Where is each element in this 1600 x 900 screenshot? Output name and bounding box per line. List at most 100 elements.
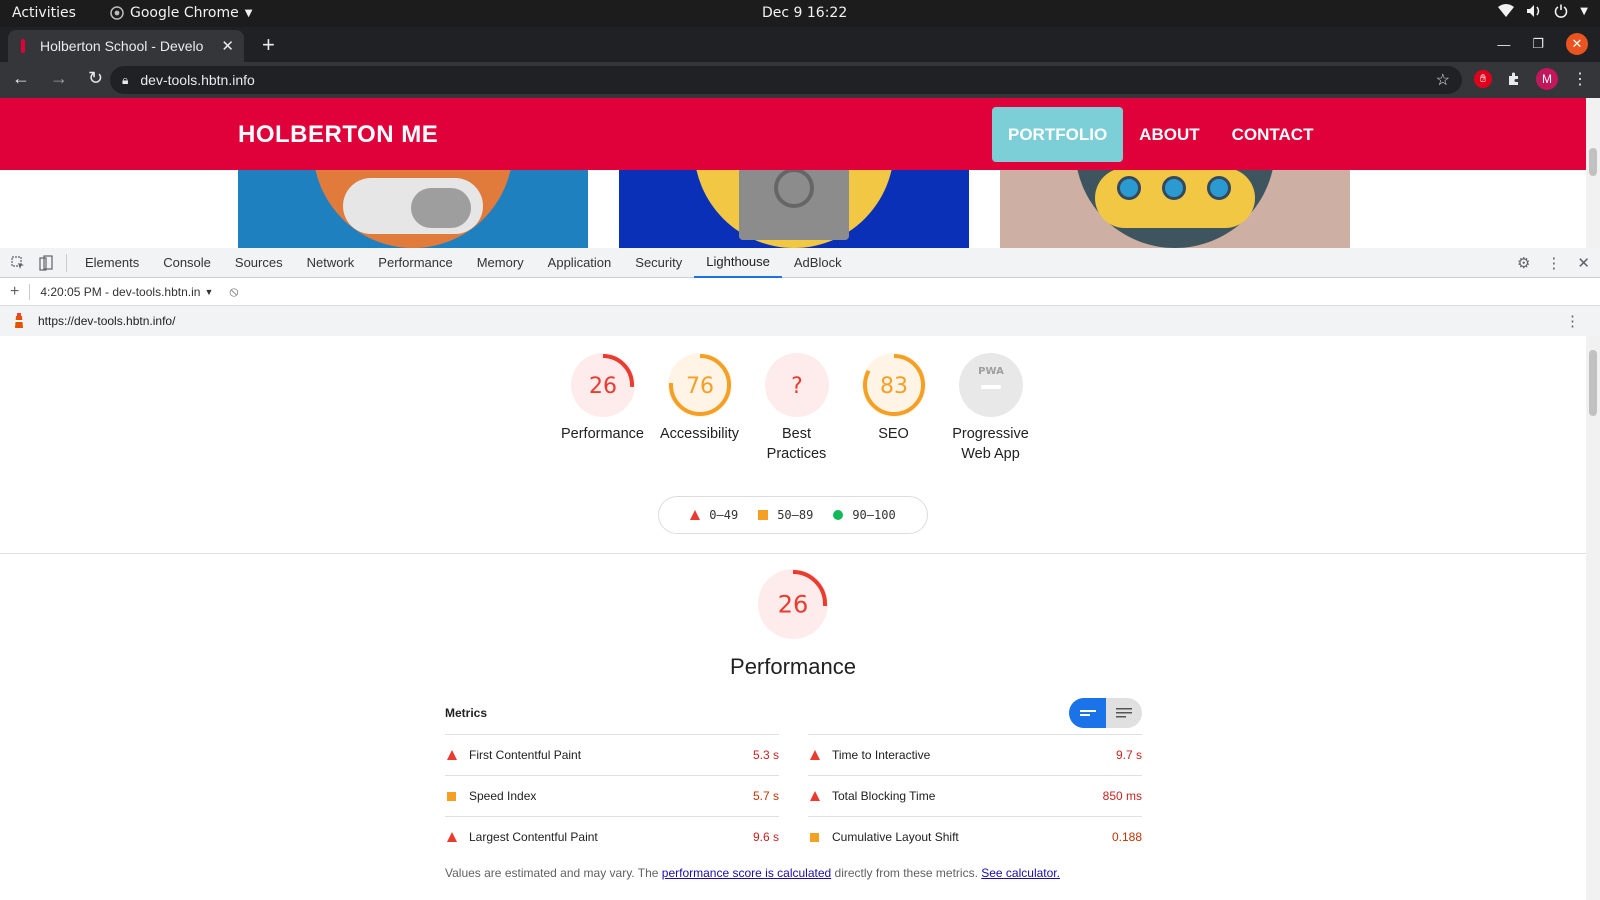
metrics-view-toggle[interactable]: [1069, 698, 1142, 728]
close-tab-icon[interactable]: ✕: [221, 37, 234, 55]
metric-status: [445, 750, 469, 760]
browser-menu-icon[interactable]: ⋮: [1572, 69, 1588, 89]
bookmark-star-icon[interactable]: ☆: [1436, 70, 1450, 90]
back-arrow-icon[interactable]: ←: [12, 68, 30, 89]
portfolio-card-safe[interactable]: [619, 170, 969, 248]
pwa-badge: PWA: [958, 353, 1023, 417]
performance-section: 26 Performance: [0, 568, 1586, 680]
legend-pass: 90–100: [833, 508, 896, 522]
new-report-plus-icon[interactable]: +: [10, 283, 19, 301]
gauge-pwa[interactable]: PWA Progressive Web App: [942, 352, 1039, 464]
metric-row: Time to Interactive 9.7 s: [808, 734, 1142, 775]
nav-portfolio[interactable]: PORTFOLIO: [992, 107, 1124, 162]
activities-button[interactable]: Activities: [12, 5, 76, 21]
devtools-actions: ⚙ ⋮ ✕: [1517, 254, 1600, 272]
avatar[interactable]: M: [1536, 68, 1558, 90]
app-menu[interactable]: Google Chrome ▼: [110, 5, 252, 21]
metric-value: 9.7 s: [1115, 748, 1142, 762]
tab-performance[interactable]: Performance: [366, 248, 464, 278]
close-devtools-icon[interactable]: ✕: [1577, 254, 1590, 272]
new-tab-button[interactable]: +: [262, 32, 275, 58]
gauge-score: 26: [778, 591, 809, 619]
gauge-seo[interactable]: 83 SEO: [845, 352, 942, 464]
tab-elements[interactable]: Elements: [73, 248, 151, 278]
lock-icon[interactable]: 🔒︎: [122, 73, 128, 88]
safe-illustration: [694, 170, 894, 248]
metric-status: [808, 750, 832, 760]
page-scrollbar-thumb[interactable]: [1589, 148, 1597, 176]
metric-row: Total Blocking Time 850 ms: [808, 775, 1142, 816]
address-url: dev-tools.hbtn.info: [140, 72, 255, 88]
volume-icon: [1527, 5, 1540, 17]
tab-memory[interactable]: Memory: [465, 248, 536, 278]
metrics-column-left: First Contentful Paint 5.3 s Speed Index 5.…: [445, 734, 779, 857]
report-scrollbar[interactable]: [1586, 336, 1600, 900]
gauge-accessibility[interactable]: 76 Accessibility: [651, 352, 748, 464]
report-menu-icon[interactable]: ⋮: [1565, 312, 1580, 330]
address-bar[interactable]: 🔒︎ dev-tools.hbtn.info ☆: [110, 66, 1462, 94]
report-scrollbar-thumb[interactable]: [1589, 350, 1597, 416]
score-calculation-link[interactable]: performance score is calculated: [662, 866, 831, 880]
system-tray[interactable]: ▼: [1498, 4, 1588, 18]
tab-lighthouse[interactable]: Lighthouse: [694, 248, 782, 278]
forward-arrow-icon[interactable]: →: [50, 68, 68, 89]
device-toolbar-icon[interactable]: [36, 253, 56, 273]
tab-title: Holberton School - Develo: [40, 38, 204, 54]
tab-strip: Holberton School - Develo ✕ + — ❐ ✕: [0, 27, 1600, 62]
orange-square-icon: [447, 791, 456, 801]
report-url-bar: https://dev-tools.hbtn.info/ ⋮: [0, 306, 1600, 336]
close-window-icon[interactable]: ✕: [1566, 33, 1588, 55]
extensions-puzzle-icon[interactable]: [1506, 71, 1522, 87]
gauge-performance[interactable]: 26 Performance: [554, 352, 651, 464]
tab-network[interactable]: Network: [295, 248, 367, 278]
nav-about[interactable]: ABOUT: [1123, 107, 1215, 162]
dropdown-arrow-icon: ▼: [204, 286, 214, 297]
metrics-note: Values are estimated and may vary. The p…: [445, 866, 1060, 880]
toolbar-divider: [66, 253, 67, 272]
clock[interactable]: Dec 9 16:22: [762, 5, 847, 21]
page-scrollbar[interactable]: [1586, 98, 1600, 248]
adblock-icon[interactable]: ✋︎: [1474, 70, 1492, 88]
wifi-icon: [1498, 4, 1515, 17]
submarine-illustration: [1075, 170, 1275, 248]
pwa-logo-text: PWA: [978, 366, 1004, 377]
report-selector[interactable]: 4:20:05 PM - dev-tools.hbtn.in ▼: [40, 285, 213, 299]
chevron-down-icon: ▼: [244, 7, 253, 19]
tab-security[interactable]: Security: [623, 248, 694, 278]
expanded-view-icon[interactable]: [1106, 698, 1142, 728]
devtools-menu-icon[interactable]: ⋮: [1546, 254, 1561, 272]
site-brand[interactable]: HOLBERTON ME: [238, 121, 438, 149]
report-url[interactable]: https://dev-tools.hbtn.info/: [38, 314, 175, 328]
portfolio-card-game[interactable]: [238, 170, 588, 248]
tab-sources[interactable]: Sources: [223, 248, 295, 278]
metric-name: Time to Interactive: [832, 748, 931, 762]
portfolio-card-submarine[interactable]: [1000, 170, 1350, 248]
tab-console[interactable]: Console: [151, 248, 223, 278]
tab-adblock[interactable]: AdBlock: [782, 248, 854, 278]
metric-value: 850 ms: [1102, 789, 1142, 803]
reload-icon[interactable]: ↻: [88, 68, 103, 89]
compact-view-icon[interactable]: [1069, 698, 1106, 728]
game-controller-illustration: [313, 170, 513, 248]
restore-icon[interactable]: ❐: [1532, 36, 1544, 52]
chevron-down-icon: ▼: [1580, 5, 1588, 17]
legend-average: 50–89: [758, 508, 813, 522]
nav-contact[interactable]: CONTACT: [1216, 107, 1330, 162]
minimize-icon[interactable]: —: [1497, 37, 1510, 52]
nav-buttons: ← → ↻: [12, 68, 103, 89]
clear-all-icon[interactable]: ⦸: [229, 283, 238, 300]
inspect-element-icon[interactable]: [8, 253, 28, 273]
gauge-best-practices[interactable]: ? Best Practices: [748, 352, 845, 464]
gauge-score: 76: [686, 374, 714, 399]
calculator-link[interactable]: See calculator.: [981, 866, 1060, 880]
legend-fail: 0–49: [690, 508, 738, 522]
settings-gear-icon[interactable]: ⚙: [1517, 254, 1530, 272]
score-gauges: 26 Performance 76 Accessibility ? Best P…: [554, 352, 1039, 464]
metric-status: [445, 832, 469, 842]
tab-application[interactable]: Application: [536, 248, 624, 278]
metrics-column-right: Time to Interactive 9.7 s Total Blocking T…: [808, 734, 1142, 857]
metrics-grid: First Contentful Paint 5.3 s Speed Index 5.…: [445, 734, 1142, 857]
browser-tab[interactable]: Holberton School - Develo ✕: [8, 30, 244, 62]
legend-fail-label: 0–49: [709, 508, 739, 522]
metric-row: First Contentful Paint 5.3 s: [445, 734, 779, 775]
